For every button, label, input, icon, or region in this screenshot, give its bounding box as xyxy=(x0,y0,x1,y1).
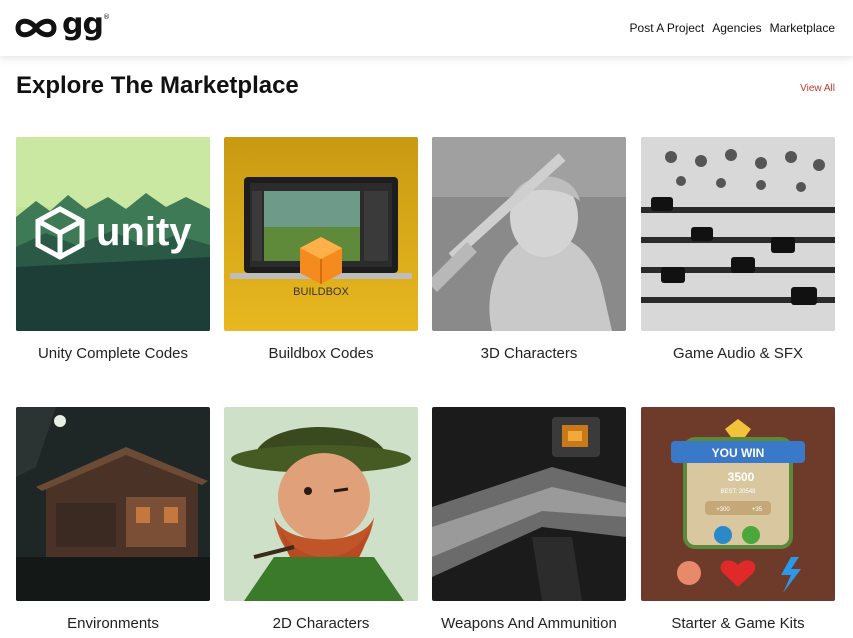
top-nav: Post A Project Agencies Marketplace xyxy=(630,21,835,35)
card-environments[interactable]: Environments xyxy=(16,407,210,632)
view-all-link[interactable]: View All xyxy=(800,83,835,94)
card-image-game-audio[interactable] xyxy=(641,137,835,331)
card-game-audio-sfx[interactable]: Game Audio & SFX xyxy=(641,137,835,362)
card-image-2d-characters[interactable] xyxy=(224,407,418,601)
svg-text:unity: unity xyxy=(96,210,192,254)
card-label[interactable]: Game Audio & SFX xyxy=(641,345,835,362)
card-image-game-kits[interactable]: YOU WIN 3500 BEST: 20548 +300 +35 xyxy=(641,407,835,601)
nav-marketplace[interactable]: Marketplace xyxy=(770,21,835,35)
card-image-buildbox[interactable]: BUILDBOX xyxy=(224,137,418,331)
card-buildbox-codes[interactable]: BUILDBOX Buildbox Codes xyxy=(224,137,418,362)
svg-text:YOU WIN: YOU WIN xyxy=(712,446,765,460)
logo-text: gg ® xyxy=(62,7,110,42)
infinity-icon xyxy=(15,18,57,38)
nav-post-a-project[interactable]: Post A Project xyxy=(630,21,705,35)
fist-icon xyxy=(677,561,701,585)
card-label[interactable]: Weapons And Ammunition xyxy=(432,615,626,632)
card-label[interactable]: 2D Characters xyxy=(224,615,418,632)
card-2d-characters[interactable]: 2D Characters xyxy=(224,407,418,632)
card-image-environments[interactable] xyxy=(16,407,210,601)
card-3d-characters[interactable]: 3D Characters xyxy=(432,137,626,362)
svg-text:+35: +35 xyxy=(752,507,763,513)
card-starter-game-kits[interactable]: YOU WIN 3500 BEST: 20548 +300 +35 Starte… xyxy=(641,407,835,632)
card-unity-complete-codes[interactable]: unity Unity Complete Codes xyxy=(16,137,210,362)
card-label[interactable]: Buildbox Codes xyxy=(224,345,418,362)
gg-logo[interactable]: gg ® xyxy=(14,10,110,41)
card-image-3d-characters[interactable] xyxy=(432,137,626,331)
card-label[interactable]: Unity Complete Codes xyxy=(16,345,210,362)
svg-text:+300: +300 xyxy=(716,507,730,513)
page-title: Explore The Marketplace xyxy=(16,72,299,99)
svg-text:BUILDBOX: BUILDBOX xyxy=(293,286,349,298)
top-header: gg ® Post A Project Agencies Marketplace xyxy=(0,0,853,56)
card-weapons-ammunition[interactable]: Weapons And Ammunition xyxy=(432,407,626,632)
nav-agencies[interactable]: Agencies xyxy=(712,21,761,35)
card-image-weapons[interactable] xyxy=(432,407,626,601)
svg-text:3500: 3500 xyxy=(728,470,755,484)
svg-text:BEST: 20548: BEST: 20548 xyxy=(720,489,756,495)
card-label[interactable]: Environments xyxy=(16,615,210,632)
card-label[interactable]: 3D Characters xyxy=(432,345,626,362)
card-image-unity[interactable]: unity xyxy=(16,137,210,331)
card-label[interactable]: Starter & Game Kits xyxy=(641,615,835,632)
